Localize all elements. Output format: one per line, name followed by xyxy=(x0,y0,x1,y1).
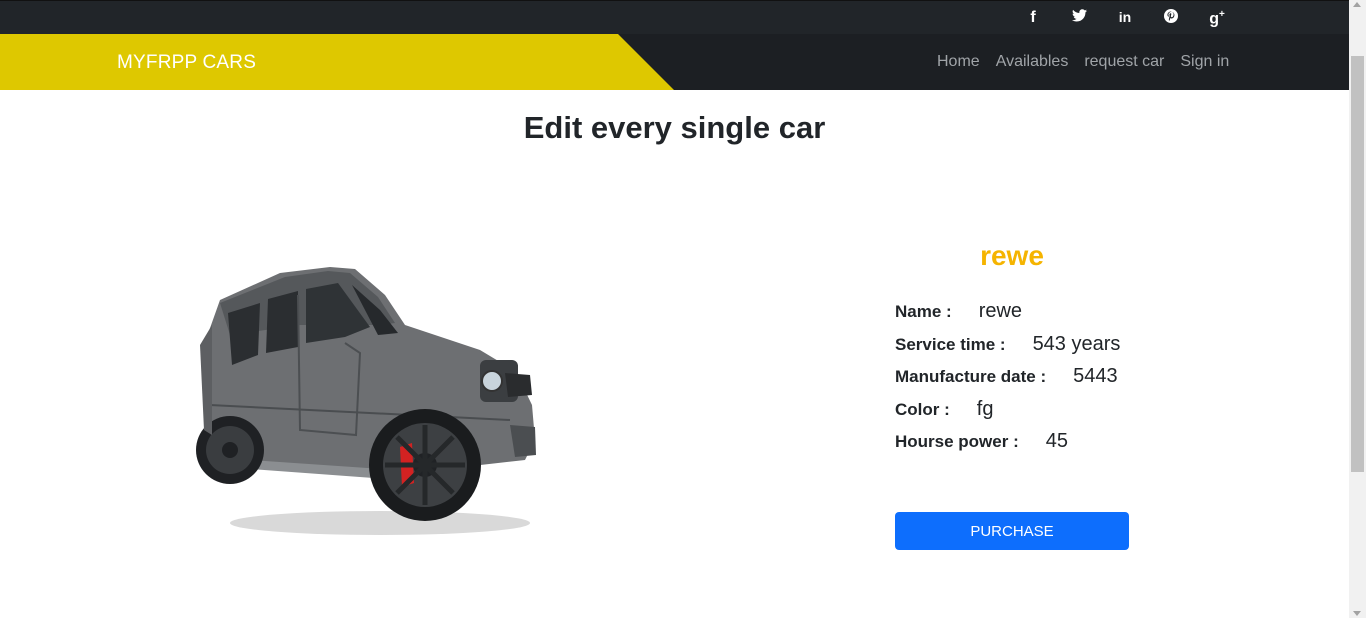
spec-manufacture-date: Manufacture date : 5443 xyxy=(895,365,1120,398)
scroll-up-arrow-icon[interactable] xyxy=(1353,2,1361,7)
spec-value: rewe xyxy=(978,300,1023,322)
spec-color: Color : fg xyxy=(895,398,1120,431)
scroll-thumb[interactable] xyxy=(1351,56,1364,472)
page-title: Edit every single car xyxy=(523,110,826,145)
spec-label: Manufacture date : xyxy=(895,367,1047,386)
spec-value: fg xyxy=(976,397,994,420)
facebook-icon[interactable]: f xyxy=(1010,9,1056,28)
spec-value: 543 years xyxy=(1032,332,1121,355)
nav-links: Home Availables request car Sign in xyxy=(937,53,1229,71)
car-image xyxy=(180,255,550,555)
pinterest-icon[interactable] xyxy=(1148,9,1194,28)
nav-request-car-link[interactable]: request car xyxy=(1084,53,1164,71)
nav-availables-link[interactable]: Availables xyxy=(996,53,1069,71)
twitter-icon[interactable] xyxy=(1056,9,1102,28)
spec-label: Service time : xyxy=(895,334,1006,354)
brand-logo-link[interactable]: MYFRPP CARS xyxy=(117,52,256,74)
spec-label: Name : xyxy=(895,302,952,321)
spec-label: Color : xyxy=(895,399,950,419)
spec-name: Name : rewe xyxy=(895,300,1120,333)
brand-background xyxy=(0,34,674,90)
purchase-button[interactable]: PURCHASE xyxy=(895,512,1129,550)
scroll-down-arrow-icon[interactable] xyxy=(1353,611,1361,616)
spec-value: 45 xyxy=(1045,430,1068,452)
google-plus-icon[interactable]: g+ xyxy=(1194,9,1240,28)
car-name-heading: rewe xyxy=(980,240,1044,271)
spec-value: 5443 xyxy=(1073,365,1118,387)
spec-label: Hourse power : xyxy=(895,432,1019,451)
vertical-scrollbar[interactable] xyxy=(1349,0,1366,618)
main-navbar: MYFRPP CARS Home Availables request car … xyxy=(0,34,1349,90)
nav-home-link[interactable]: Home xyxy=(937,53,980,71)
car-specs: Name : rewe Service time : 543 years Man… xyxy=(895,300,1120,463)
top-social-bar: f in g+ xyxy=(0,0,1349,34)
linkedin-icon[interactable]: in xyxy=(1102,9,1148,28)
spec-service-time: Service time : 543 years xyxy=(895,333,1120,366)
spec-horse-power: Hourse power : 45 xyxy=(895,430,1120,463)
social-links: f in g+ xyxy=(1010,9,1240,28)
nav-sign-in-link[interactable]: Sign in xyxy=(1180,53,1229,71)
